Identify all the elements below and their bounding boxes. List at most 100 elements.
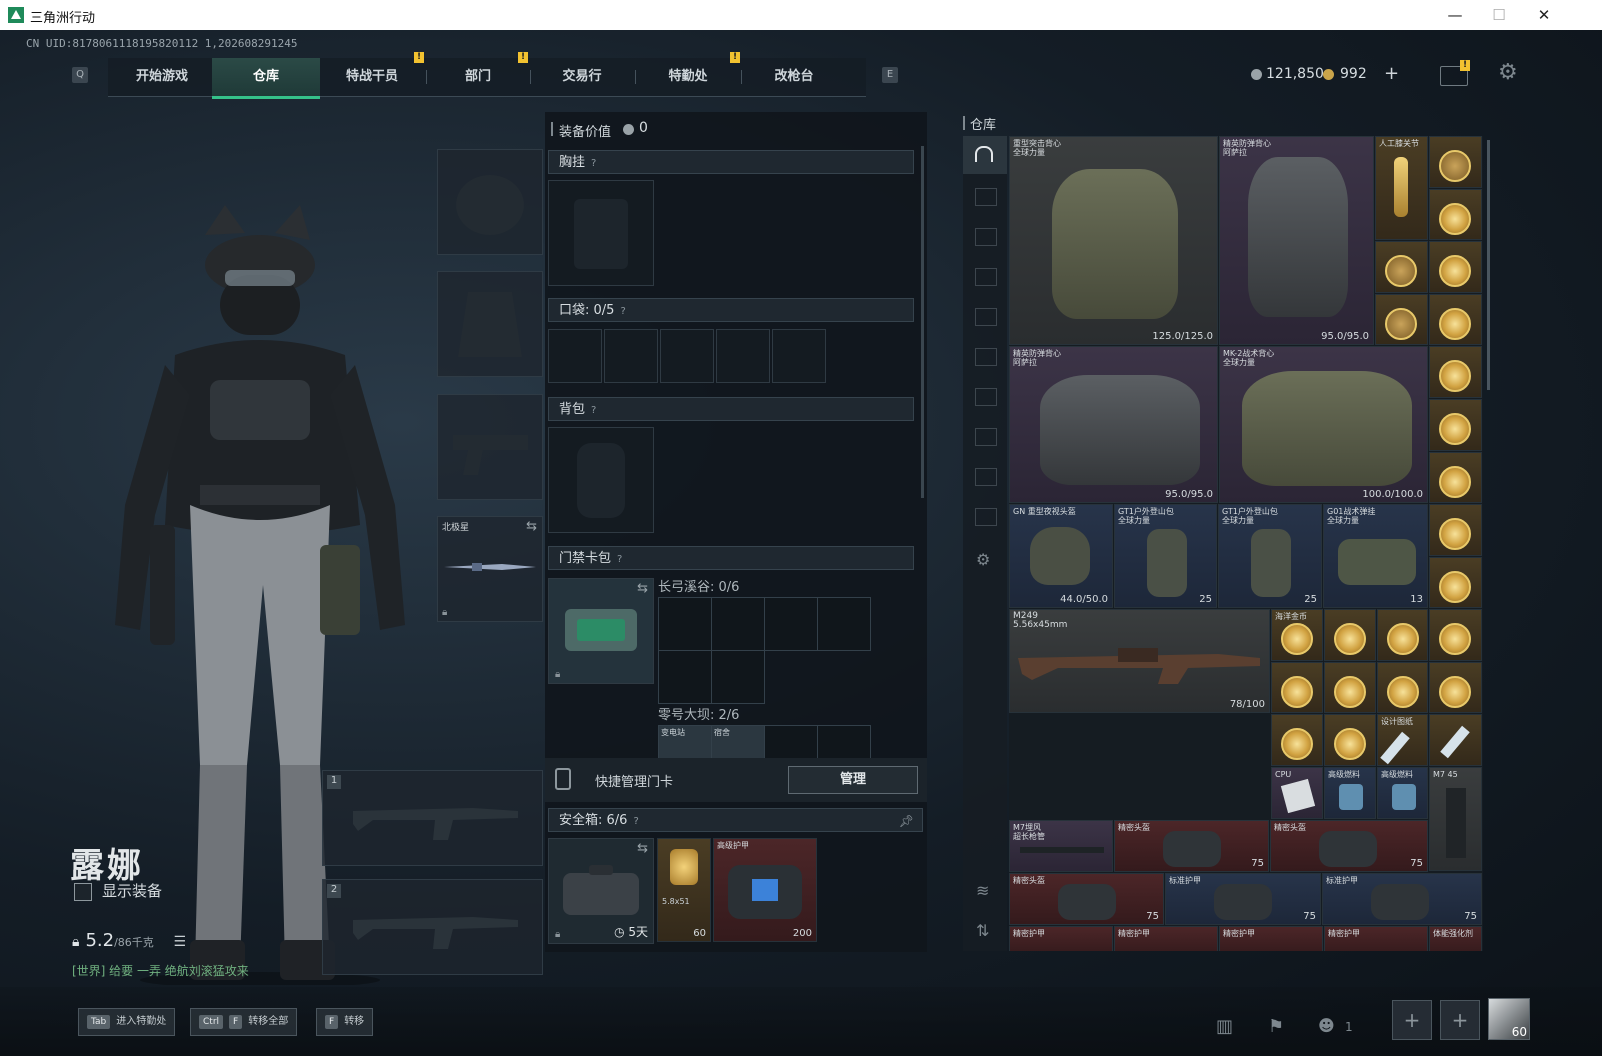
warehouse-item-m7-barrel[interactable]: M7埋风 超长枪管 [1009,820,1113,872]
warehouse-item-elite-vest-2[interactable]: 精英防弹背心 阿萨拉 95.0/95.0 [1009,346,1218,503]
warehouse-item-m7-mag[interactable]: M7 45 [1429,767,1482,871]
warehouse-item-gold-coin[interactable] [1429,452,1482,503]
warehouse-item-precision-armor[interactable]: 精密护甲 [1324,926,1428,951]
warehouse-item-gold-coin[interactable] [1429,399,1482,451]
warehouse-item-precision-helmet-3[interactable]: 精密头盔 75 [1009,873,1164,925]
manage-button[interactable]: 管理 [788,766,918,794]
stats-icon[interactable]: ▥ [1216,1016,1233,1037]
maximize-button[interactable]: ☐ [1482,4,1516,26]
warehouse-item-gt1-backpack-2[interactable]: GT1户外登山包 全球力量 25 [1218,504,1322,608]
helmet-slot[interactable] [437,149,543,255]
key1-slot-4[interactable] [817,597,871,651]
backpack-help-icon[interactable]: ? [591,405,596,416]
pocket-slot-1[interactable] [548,329,602,383]
show-equipment-toggle[interactable]: 显示装备 [74,880,162,901]
weight-details-icon[interactable]: ☰ [174,934,187,950]
key1-slot-1[interactable] [658,597,712,651]
safebox-help-icon[interactable]: ? [633,816,638,827]
warehouse-item-fuel[interactable]: 高级燃料 [1377,767,1428,819]
layers-icon[interactable]: ≋ [976,881,989,900]
warehouse-item-medal[interactable] [1375,294,1428,345]
warehouse-item-gold-coin[interactable] [1271,714,1323,766]
warehouse-tab-3-icon[interactable] [975,268,997,286]
warehouse-tab-6-icon[interactable] [975,388,997,406]
tab-warehouse[interactable]: 仓库 [212,58,320,99]
warehouse-item-gold-coin[interactable] [1429,662,1482,713]
warehouse-item-nvg-helmet[interactable]: GN 重型夜视头盔 44.0/50.0 [1009,504,1113,608]
warehouse-tab-7-icon[interactable] [975,428,997,446]
warehouse-item-gold-coin[interactable] [1271,662,1323,713]
safebox-swap-icon[interactable]: ⇆ [637,841,648,856]
player-avatar[interactable]: 60 [1488,998,1530,1040]
warehouse-item-gold-coin[interactable] [1324,714,1376,766]
warehouse-item-fuel[interactable]: 高级燃料 [1324,767,1376,819]
key2-slot-3[interactable] [764,725,818,761]
warehouse-tab-5-icon[interactable] [975,348,997,366]
warehouse-item-gold-coin[interactable] [1377,609,1428,661]
warehouse-item-standard-armor[interactable]: 标准护甲 75 [1165,873,1321,925]
warehouse-item-precision-helmet[interactable]: 精密头盔 75 [1114,820,1269,872]
minimize-button[interactable]: — [1438,4,1472,26]
tab-start-game[interactable]: 开始游戏 [108,58,216,96]
warehouse-item-standard-armor-2[interactable]: 标准护甲 75 [1322,873,1482,925]
chest-rig-slot[interactable] [548,180,654,286]
warehouse-item-blueprint[interactable] [1429,714,1482,766]
safebox-item-1[interactable]: 5.8x51 60 [657,838,711,942]
keycard-help-icon[interactable]: ? [617,554,622,565]
team-icon[interactable]: ☻ [1318,1016,1335,1035]
pin-icon[interactable]: 📌︎ [899,809,914,833]
warehouse-tab-1-icon[interactable] [975,188,997,206]
warehouse-tab-4-icon[interactable] [975,308,997,326]
warehouse-item-m249[interactable]: M249 5.56x45mm 78/100 [1009,609,1270,713]
warehouse-item-gold-coin[interactable] [1429,504,1482,556]
pocket-slot-2[interactable] [604,329,658,383]
key2-item-1[interactable]: 变电站 [658,725,712,761]
transfer-button[interactable]: F 转移 [316,1008,374,1036]
warehouse-item-gold-coin[interactable] [1429,241,1482,293]
key2-slot-4[interactable] [817,725,871,761]
key1-slot-3[interactable] [764,597,818,651]
warehouse-item-precision-armor[interactable]: 精密护甲 [1009,926,1113,951]
invite-slot-1-button[interactable]: + [1392,1000,1432,1040]
melee-slot[interactable]: 北极星 ⇆ 🔒︎ [437,516,543,622]
warehouse-item-gold-coin[interactable] [1429,557,1482,608]
tab-trading[interactable]: 交易行 [528,58,636,96]
invite-slot-2-button[interactable]: + [1440,1000,1480,1040]
warehouse-item-g01-rig[interactable]: G01战术弹挂 全球力量 13 [1323,504,1428,608]
tab-department[interactable]: 部门 [424,58,532,96]
pocket-slot-4[interactable] [716,329,770,383]
warehouse-item-heavy-vest[interactable]: 重型突击背心 全球力量 125.0/125.0 [1009,136,1218,345]
pockets-help-icon[interactable]: ? [620,306,625,317]
sort-icon[interactable]: ⇅ [976,921,989,940]
primary-weapon-slot-1[interactable]: 1 [322,770,543,866]
loadout-scrollbar[interactable] [921,146,924,498]
key2-item-2[interactable]: 宿舍 [711,725,765,761]
warehouse-item-gold-coin[interactable]: 海洋金币 [1271,609,1323,661]
warehouse-item-precision-armor[interactable]: 精密护甲 [1219,926,1323,951]
tab-special-services[interactable]: 特勤处 [634,58,742,96]
swap-icon[interactable]: ⇆ [526,519,537,534]
warehouse-settings-gear-icon[interactable]: ⚙ [976,550,990,569]
pocket-slot-3[interactable] [660,329,714,383]
pistol-slot[interactable] [437,394,543,500]
settings-gear-icon[interactable]: ⚙ [1498,60,1518,85]
pocket-slot-5[interactable] [772,329,826,383]
enter-special-services-button[interactable]: Tab 进入特勤处 [78,1008,176,1036]
key1-slot-5[interactable] [658,650,712,704]
transfer-all-button[interactable]: Ctrl F 转移全部 [190,1008,298,1036]
primary-weapon-slot-2[interactable]: 2 [322,879,543,975]
add-currency-button[interactable]: + [1384,63,1399,84]
warehouse-tab-8-icon[interactable] [975,468,997,486]
backpack-slot[interactable] [548,427,654,533]
warehouse-item-gold-coin[interactable] [1324,609,1376,661]
warehouse-item-blueprint[interactable]: 设计图纸 [1377,714,1428,766]
tab-gunsmith[interactable]: 改枪台 [740,58,848,96]
armor-slot[interactable] [437,271,543,377]
keycard-swap-icon[interactable]: ⇆ [637,581,648,596]
warehouse-item-precision-helmet-2[interactable]: 精密头盔 75 [1270,820,1428,872]
close-button[interactable]: ✕ [1527,4,1561,26]
warehouse-item-precision-armor[interactable]: 精密护甲 [1114,926,1218,951]
warehouse-item-medal[interactable] [1375,241,1428,293]
show-equipment-checkbox[interactable] [74,882,92,901]
warehouse-item-elite-vest[interactable]: 精英防弹背心 阿萨拉 95.0/95.0 [1219,136,1374,345]
